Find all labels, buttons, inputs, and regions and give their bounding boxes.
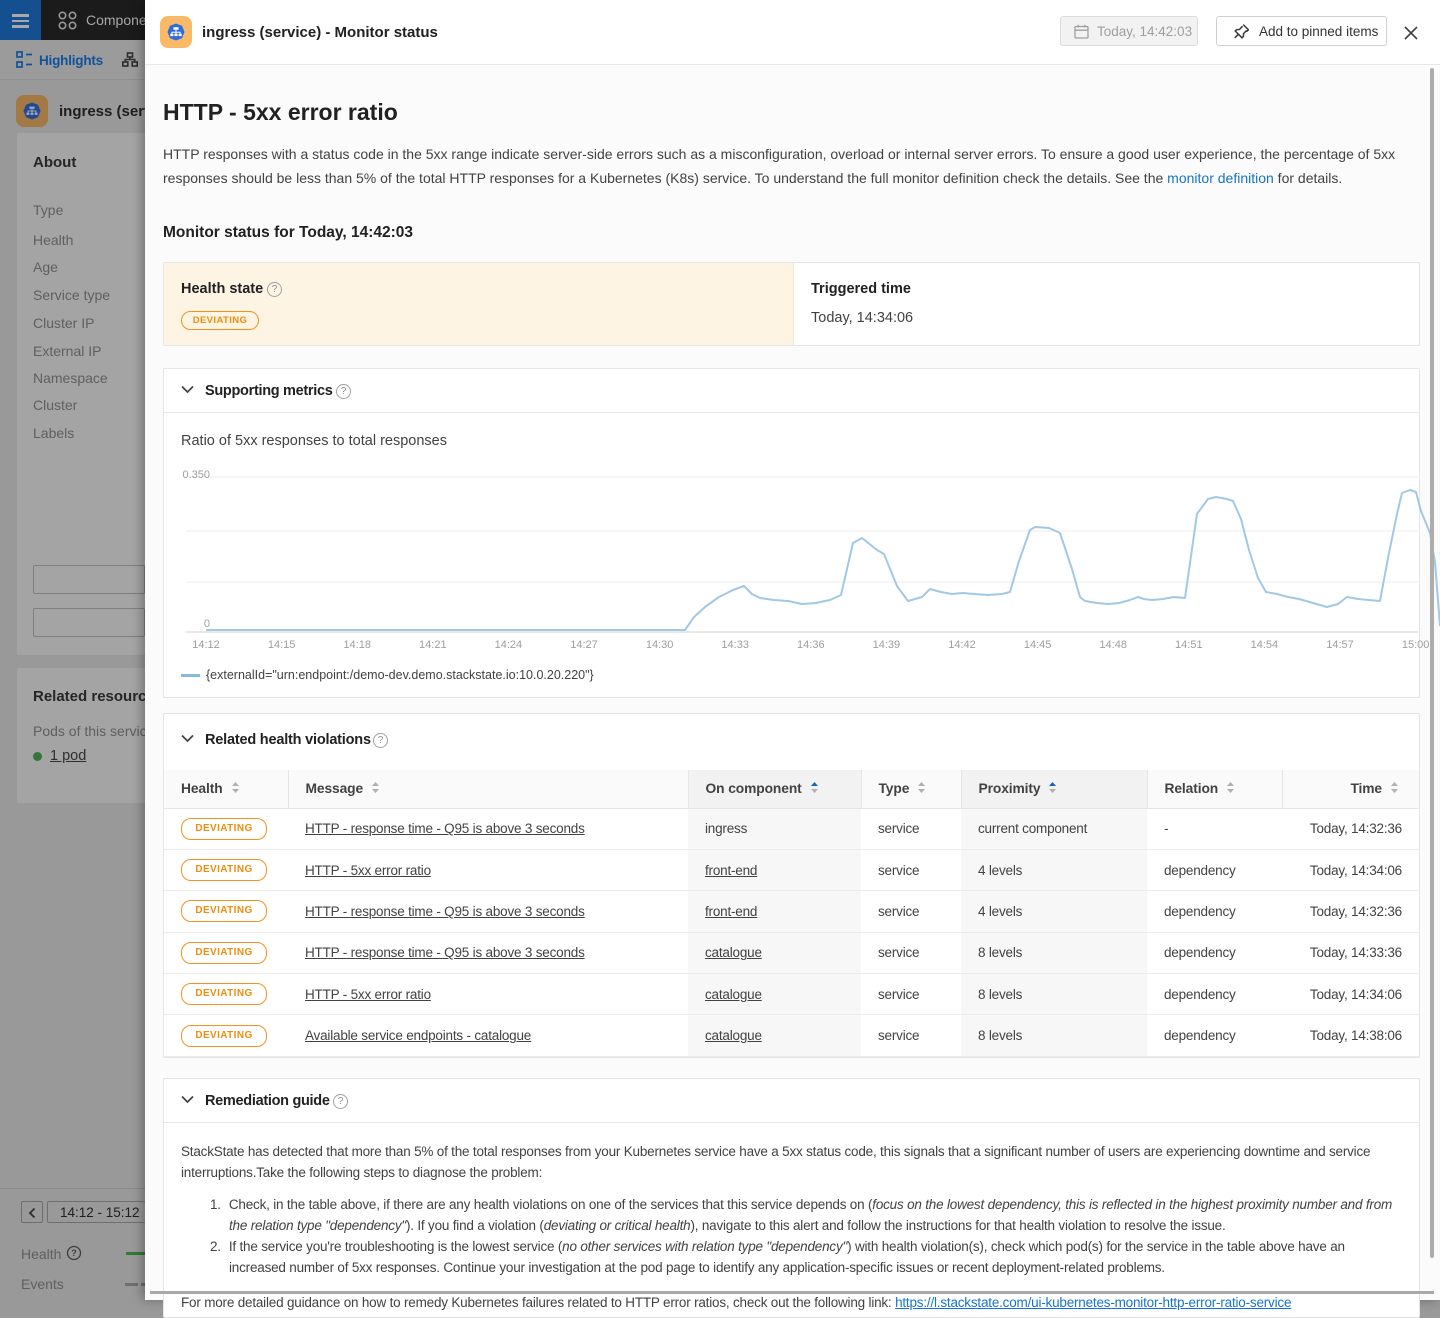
- svg-text:?: ?: [71, 1248, 77, 1258]
- svg-text:14:30: 14:30: [646, 639, 674, 651]
- svg-text:14:33: 14:33: [721, 639, 749, 651]
- svg-text:14:24: 14:24: [495, 639, 523, 651]
- svg-text:14:39: 14:39: [873, 639, 901, 651]
- svg-text:14:45: 14:45: [1024, 639, 1052, 651]
- svg-text:14:48: 14:48: [1099, 639, 1127, 651]
- svg-text:14:12: 14:12: [192, 639, 220, 651]
- svg-text:14:27: 14:27: [570, 639, 598, 651]
- svg-text:0: 0: [204, 618, 210, 630]
- svg-text:0.350: 0.350: [182, 469, 210, 481]
- svg-text:15:00: 15:00: [1402, 639, 1430, 651]
- svg-text:14:36: 14:36: [797, 639, 825, 651]
- svg-text:14:57: 14:57: [1326, 639, 1354, 651]
- svg-text:14:42: 14:42: [948, 639, 976, 651]
- svg-text:14:21: 14:21: [419, 639, 447, 651]
- svg-text:14:15: 14:15: [268, 639, 296, 651]
- svg-text:14:54: 14:54: [1251, 639, 1279, 651]
- svg-text:14:18: 14:18: [343, 639, 371, 651]
- svg-text:14:51: 14:51: [1175, 639, 1203, 651]
